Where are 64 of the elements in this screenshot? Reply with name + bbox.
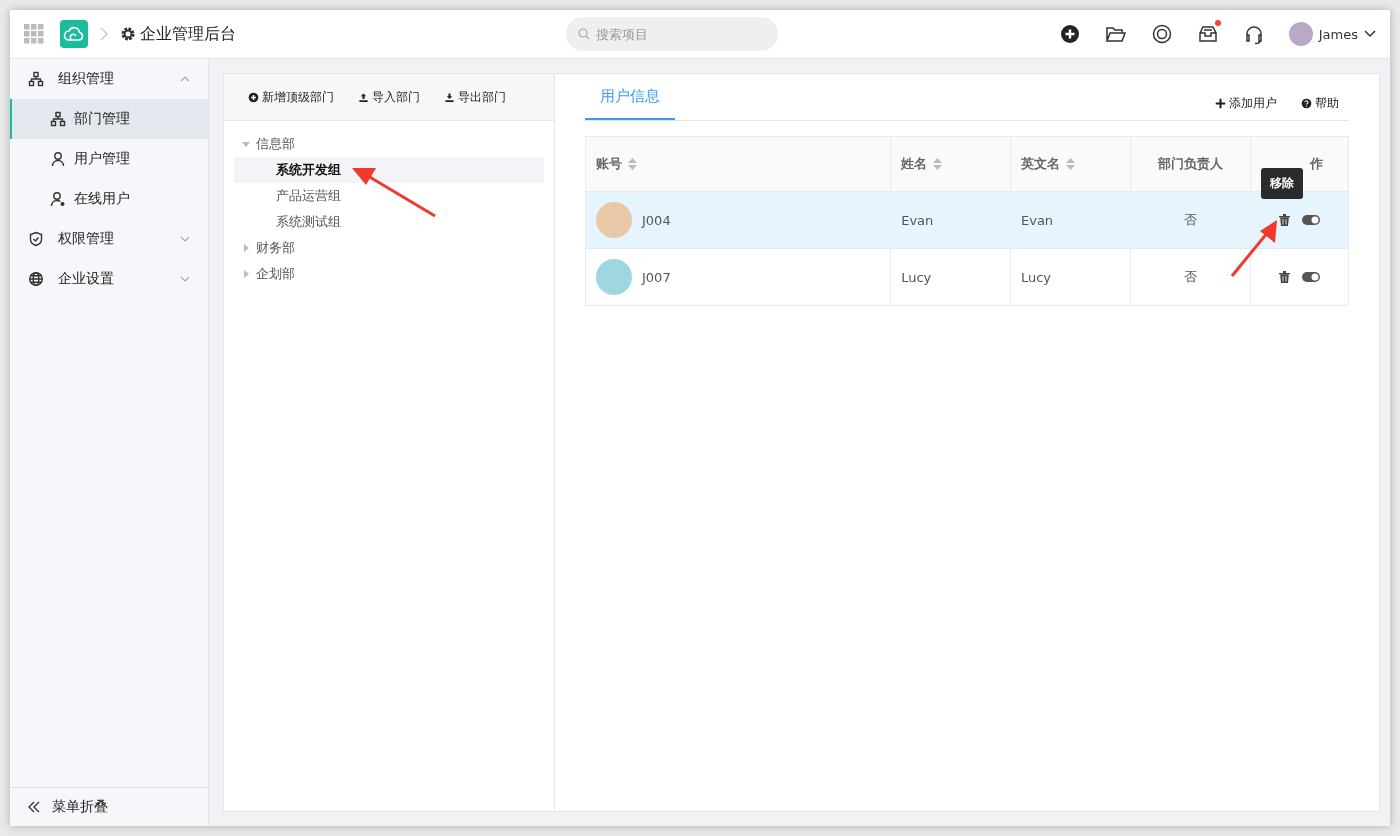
column-header: 英文名 [1020, 155, 1060, 173]
user-icon [50, 191, 66, 207]
trash-icon[interactable] [1278, 214, 1290, 226]
lifebuoy-icon[interactable] [1150, 23, 1173, 45]
chevron-right-icon [98, 27, 110, 41]
app-title: 企业管理后台 [140, 23, 236, 45]
inbox-icon[interactable] [1196, 23, 1219, 45]
chevron-up-icon [180, 75, 190, 83]
table-cell: 否 [1183, 269, 1197, 284]
arrow-annotation [1230, 220, 1277, 277]
tree-node[interactable]: 信息部 [234, 131, 544, 157]
sidebar-group[interactable]: 组织管理 [10, 59, 208, 99]
gear-icon [120, 26, 136, 42]
download-icon [444, 91, 455, 103]
table-cell: Evan [1020, 212, 1054, 228]
table-cell: Lucy [901, 269, 932, 285]
tooltip: 移除 [1261, 168, 1303, 199]
column-header: 姓名 [901, 155, 928, 173]
hierarchy-icon [50, 111, 66, 127]
plus-icon[interactable] [1058, 23, 1081, 45]
user-menu[interactable]: James [1288, 22, 1376, 46]
upload-icon [358, 91, 369, 103]
cloud-logo-icon [60, 20, 88, 48]
toolbar-button[interactable]: 新增顶级部门 [248, 88, 334, 106]
tree-node[interactable]: 系统开发组 [234, 157, 544, 183]
sidebar-item[interactable]: 用户管理 [10, 139, 208, 179]
action-button[interactable]: 帮助 [1301, 94, 1339, 112]
sidebar-group[interactable]: 企业设置 [10, 259, 208, 299]
search-field[interactable]: 搜索项目 [566, 17, 778, 51]
user-icon [50, 151, 66, 167]
sidebar-item[interactable]: 部门管理 [10, 99, 208, 139]
chevron-down-icon[interactable] [1364, 30, 1376, 38]
avatar [596, 202, 632, 238]
toolbar-button[interactable]: 导入部门 [358, 88, 420, 106]
table-cell: 否 [1183, 212, 1197, 227]
sidebar-item[interactable]: 在线用户 [10, 179, 208, 219]
hierarchy-icon [28, 71, 44, 87]
globe-icon [28, 271, 44, 287]
tree-node[interactable]: 系统测试组 [234, 209, 544, 235]
help-icon [1301, 97, 1312, 109]
tree-node[interactable]: 产品运营组 [234, 183, 544, 209]
table-cell: J004 [642, 212, 671, 228]
column-header: 作 [1309, 155, 1323, 173]
double-chevron-left-icon [28, 801, 40, 813]
table-cell: Lucy [1020, 269, 1052, 285]
chevron-down-icon [180, 235, 190, 243]
trash-icon[interactable] [1278, 271, 1290, 283]
table-cell: J007 [642, 269, 671, 285]
tree-node[interactable]: 企划部 [234, 261, 544, 287]
chevron-down-icon [180, 275, 190, 283]
plus-icon [1215, 97, 1226, 109]
tree-node[interactable]: 财务部 [234, 235, 544, 261]
action-button[interactable]: 添加用户 [1215, 94, 1277, 112]
toggle-switch-icon[interactable] [1301, 272, 1320, 282]
column-header: 账号 [596, 155, 622, 173]
column-header: 部门负责人 [1157, 155, 1223, 173]
avatar [596, 259, 632, 295]
toggle-switch-icon[interactable] [1301, 215, 1320, 225]
table-cell: Evan [901, 212, 934, 228]
toolbar-button[interactable]: 导出部门 [444, 88, 506, 106]
collapse-menu-button[interactable]: 菜单折叠 [10, 787, 208, 826]
sidebar-group[interactable]: 权限管理 [10, 219, 208, 259]
plus-icon [248, 91, 259, 103]
shield-icon [28, 231, 44, 247]
